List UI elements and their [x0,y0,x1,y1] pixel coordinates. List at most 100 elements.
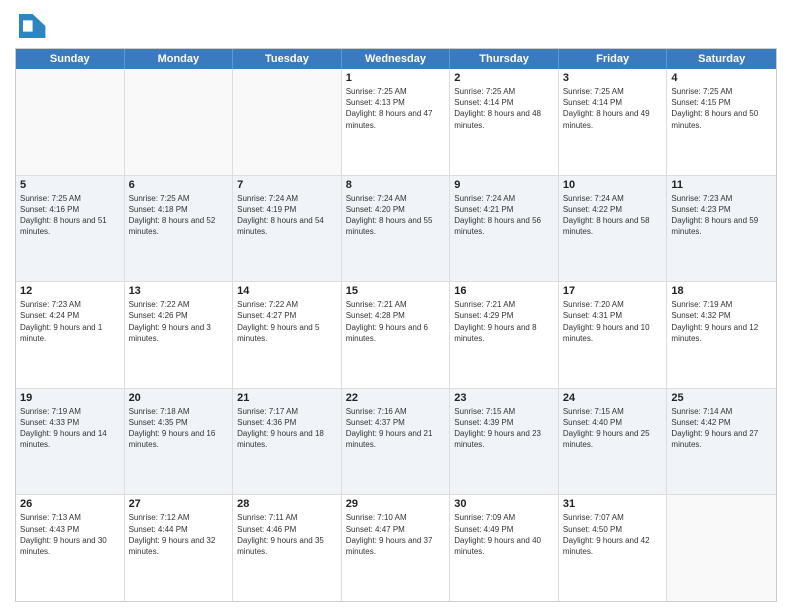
day-number: 21 [237,392,337,404]
day-number: 26 [20,498,120,510]
day-info: Sunrise: 7:22 AM Sunset: 4:26 PM Dayligh… [129,299,229,344]
calendar-cell: 24Sunrise: 7:15 AM Sunset: 4:40 PM Dayli… [559,389,668,495]
calendar-cell: 22Sunrise: 7:16 AM Sunset: 4:37 PM Dayli… [342,389,451,495]
day-info: Sunrise: 7:14 AM Sunset: 4:42 PM Dayligh… [671,406,772,451]
logo-icon [15,10,47,42]
day-header-sunday: Sunday [16,49,125,69]
day-header-wednesday: Wednesday [342,49,451,69]
calendar-cell [125,69,234,175]
day-info: Sunrise: 7:13 AM Sunset: 4:43 PM Dayligh… [20,512,120,557]
calendar-body: 1 Sunrise: 7:25 AM Sunset: 4:13 PM Daylig… [16,69,776,601]
calendar-cell: 18 Sunrise: 7:19 AM Sunset: 4:32 PM Dayli… [667,282,776,388]
day-number: 3 [563,72,663,84]
day-info: Sunrise: 7:23 AM Sunset: 4:23 PM Dayligh… [671,193,772,238]
calendar-cell: 31 Sunrise: 7:07 AM Sunset: 4:50 PM Dayli… [559,495,668,601]
calendar-cell: 20 Sunrise: 7:18 AM Sunset: 4:35 PM Dayli… [125,389,234,495]
calendar-cell: 9 Sunrise: 7:24 AM Sunset: 4:21 PM Daylig… [450,176,559,282]
day-number: 16 [454,285,554,297]
day-number: 14 [237,285,337,297]
day-number: 28 [237,498,337,510]
calendar-week-4: 19 Sunrise: 7:19 AM Sunset: 4:33 PM Dayli… [16,389,776,496]
day-info: Sunrise: 7:25 AM Sunset: 4:13 PM Dayligh… [346,86,446,131]
calendar-cell: 1 Sunrise: 7:25 AM Sunset: 4:13 PM Daylig… [342,69,451,175]
calendar-cell: 8 Sunrise: 7:24 AM Sunset: 4:20 PM Daylig… [342,176,451,282]
day-number: 29 [346,498,446,510]
day-info: Sunrise: 7:18 AM Sunset: 4:35 PM Dayligh… [129,406,229,451]
day-number: 13 [129,285,229,297]
day-header-saturday: Saturday [667,49,776,69]
calendar-cell: 29 Sunrise: 7:10 AM Sunset: 4:47 PM Dayli… [342,495,451,601]
day-info: Sunrise: 7:25 AM Sunset: 4:15 PM Dayligh… [671,86,772,131]
day-info: Sunrise: 7:24 AM Sunset: 4:19 PM Dayligh… [237,193,337,238]
calendar-cell: 28Sunrise: 7:11 AM Sunset: 4:46 PM Dayli… [233,495,342,601]
calendar-cell: 2Sunrise: 7:25 AM Sunset: 4:14 PM Daylig… [450,69,559,175]
day-number: 5 [20,179,120,191]
day-info: Sunrise: 7:07 AM Sunset: 4:50 PM Dayligh… [563,512,663,557]
day-number: 11 [671,179,772,191]
day-info: Sunrise: 7:21 AM Sunset: 4:29 PM Dayligh… [454,299,554,344]
day-info: Sunrise: 7:12 AM Sunset: 4:44 PM Dayligh… [129,512,229,557]
day-number: 8 [346,179,446,191]
day-header-friday: Friday [559,49,668,69]
calendar-cell: 3 Sunrise: 7:25 AM Sunset: 4:14 PM Daylig… [559,69,668,175]
logo [15,10,51,42]
page: SundayMondayTuesdayWednesdayThursdayFrid… [0,0,792,612]
day-info: Sunrise: 7:24 AM Sunset: 4:21 PM Dayligh… [454,193,554,238]
day-number: 1 [346,72,446,84]
day-number: 9 [454,179,554,191]
day-number: 27 [129,498,229,510]
header [15,10,777,42]
day-info: Sunrise: 7:15 AM Sunset: 4:40 PM Dayligh… [563,406,663,451]
day-number: 4 [671,72,772,84]
day-info: Sunrise: 7:21 AM Sunset: 4:28 PM Dayligh… [346,299,446,344]
calendar-cell: 15 Sunrise: 7:21 AM Sunset: 4:28 PM Dayli… [342,282,451,388]
day-info: Sunrise: 7:25 AM Sunset: 4:18 PM Dayligh… [129,193,229,238]
calendar-week-1: 1 Sunrise: 7:25 AM Sunset: 4:13 PM Daylig… [16,69,776,176]
day-info: Sunrise: 7:24 AM Sunset: 4:20 PM Dayligh… [346,193,446,238]
day-info: Sunrise: 7:15 AM Sunset: 4:39 PM Dayligh… [454,406,554,451]
calendar-header: SundayMondayTuesdayWednesdayThursdayFrid… [16,49,776,69]
calendar-week-3: 12 Sunrise: 7:23 AM Sunset: 4:24 PM Dayli… [16,282,776,389]
calendar-cell: 23 Sunrise: 7:15 AM Sunset: 4:39 PM Dayli… [450,389,559,495]
calendar-cell: 7 Sunrise: 7:24 AM Sunset: 4:19 PM Daylig… [233,176,342,282]
day-info: Sunrise: 7:23 AM Sunset: 4:24 PM Dayligh… [20,299,120,344]
day-number: 20 [129,392,229,404]
calendar-cell: 11 Sunrise: 7:23 AM Sunset: 4:23 PM Dayli… [667,176,776,282]
calendar-cell: 17Sunrise: 7:20 AM Sunset: 4:31 PM Dayli… [559,282,668,388]
calendar-cell: 12 Sunrise: 7:23 AM Sunset: 4:24 PM Dayli… [16,282,125,388]
day-number: 7 [237,179,337,191]
calendar-cell: 4 Sunrise: 7:25 AM Sunset: 4:15 PM Daylig… [667,69,776,175]
calendar-cell: 19 Sunrise: 7:19 AM Sunset: 4:33 PM Dayli… [16,389,125,495]
day-info: Sunrise: 7:17 AM Sunset: 4:36 PM Dayligh… [237,406,337,451]
day-header-thursday: Thursday [450,49,559,69]
day-info: Sunrise: 7:19 AM Sunset: 4:32 PM Dayligh… [671,299,772,344]
calendar: SundayMondayTuesdayWednesdayThursdayFrid… [15,48,777,602]
calendar-cell: 16 Sunrise: 7:21 AM Sunset: 4:29 PM Dayli… [450,282,559,388]
day-number: 25 [671,392,772,404]
day-info: Sunrise: 7:20 AM Sunset: 4:31 PM Dayligh… [563,299,663,344]
calendar-week-2: 5 Sunrise: 7:25 AM Sunset: 4:16 PM Daylig… [16,176,776,283]
day-info: Sunrise: 7:25 AM Sunset: 4:14 PM Dayligh… [454,86,554,131]
day-number: 19 [20,392,120,404]
calendar-cell [16,69,125,175]
calendar-cell: 6Sunrise: 7:25 AM Sunset: 4:18 PM Daylig… [125,176,234,282]
calendar-cell: 5 Sunrise: 7:25 AM Sunset: 4:16 PM Daylig… [16,176,125,282]
day-info: Sunrise: 7:09 AM Sunset: 4:49 PM Dayligh… [454,512,554,557]
day-number: 12 [20,285,120,297]
day-info: Sunrise: 7:25 AM Sunset: 4:16 PM Dayligh… [20,193,120,238]
day-info: Sunrise: 7:19 AM Sunset: 4:33 PM Dayligh… [20,406,120,451]
day-info: Sunrise: 7:25 AM Sunset: 4:14 PM Dayligh… [563,86,663,131]
calendar-cell: 21 Sunrise: 7:17 AM Sunset: 4:36 PM Dayli… [233,389,342,495]
calendar-week-5: 26 Sunrise: 7:13 AM Sunset: 4:43 PM Dayli… [16,495,776,601]
calendar-cell: 30Sunrise: 7:09 AM Sunset: 4:49 PM Dayli… [450,495,559,601]
day-header-monday: Monday [125,49,234,69]
calendar-cell: 27 Sunrise: 7:12 AM Sunset: 4:44 PM Dayli… [125,495,234,601]
day-number: 31 [563,498,663,510]
day-number: 18 [671,285,772,297]
day-number: 23 [454,392,554,404]
day-info: Sunrise: 7:10 AM Sunset: 4:47 PM Dayligh… [346,512,446,557]
calendar-cell: 10Sunrise: 7:24 AM Sunset: 4:22 PM Dayli… [559,176,668,282]
day-info: Sunrise: 7:24 AM Sunset: 4:22 PM Dayligh… [563,193,663,238]
calendar-cell: 14Sunrise: 7:22 AM Sunset: 4:27 PM Dayli… [233,282,342,388]
day-number: 15 [346,285,446,297]
